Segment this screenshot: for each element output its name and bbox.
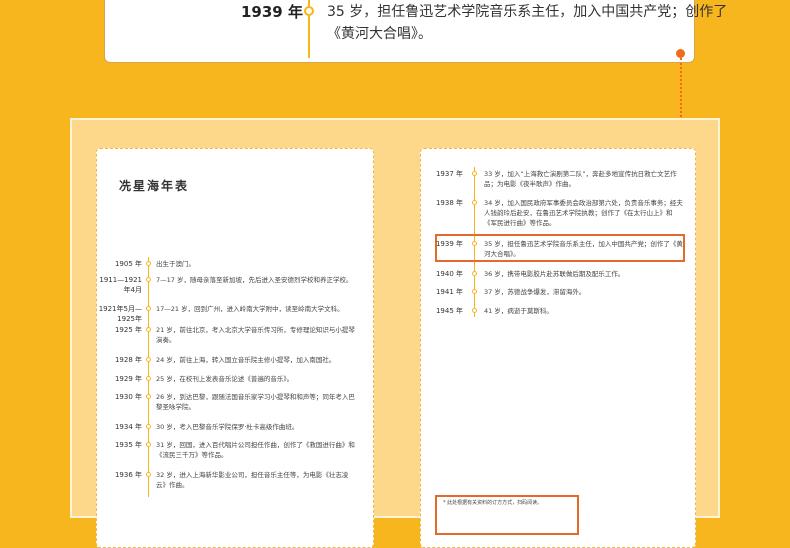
entry-year: 1940 年 bbox=[435, 270, 463, 278]
entry-year: 1936 年 bbox=[114, 471, 142, 479]
timeline-dot bbox=[472, 308, 477, 313]
timeline-dot bbox=[146, 394, 151, 399]
page-title: 冼星海年表 bbox=[119, 179, 190, 193]
entry-year: 1938 年 bbox=[435, 199, 463, 207]
entry-year: 1911—1921年4月 bbox=[99, 276, 142, 294]
callout-event-line2: 《黄河大合唱》。 bbox=[327, 26, 432, 42]
timeline-dot bbox=[146, 472, 151, 477]
timeline-dot bbox=[472, 200, 477, 205]
callout-event-line1: 35 岁，担任鲁迅艺术学院音乐系主任，加入中国共产党；创作了 bbox=[327, 4, 728, 20]
timeline-dot bbox=[472, 171, 477, 176]
entry-year: 1930 年 bbox=[114, 393, 142, 401]
callout-timeline-dot bbox=[304, 6, 314, 16]
entry-text: 37 岁，苏德战争爆发，滞留海外。 bbox=[484, 288, 586, 296]
entry-text: 21 岁，前往北京，考入北京大学音乐传习所，专修理论知识与小提琴演奏。 bbox=[156, 326, 355, 344]
entry-text: 7—17 岁，随母亲落至新加坡，先后进入圣安德烈学校和养正学校。 bbox=[156, 276, 353, 284]
timeline-dot bbox=[146, 277, 151, 282]
highlight-callout: 1939 年 35 岁，担任鲁迅艺术学院音乐系主任，加入中国共产党；创作了 《黄… bbox=[104, 0, 727, 63]
timeline-dot bbox=[146, 424, 151, 429]
timeline-dot bbox=[146, 261, 151, 266]
entry-year: 1928 年 bbox=[114, 356, 142, 364]
timeline-dot bbox=[146, 376, 151, 381]
entry-text: 出生于澳门。 bbox=[156, 260, 195, 268]
entry-text: 35 岁，担任鲁迅艺术学院音乐系主任，加入中国共产党；创作了《黄河大合唱》。 bbox=[484, 240, 683, 258]
book-spread: 冼星海年表 1905 年 出生于澳门。 1911—1921年4月 7—17 岁，… bbox=[70, 118, 720, 548]
entry-year: 1921年5月—1925年 bbox=[98, 305, 142, 323]
entry-text: 32 岁，进入上海新华影业公司，担任音乐主任等，为电影《壮志凌云》作曲。 bbox=[156, 471, 349, 489]
entry-text: 34 岁，加入国民政府军事委员会政治部第六处，负责音乐事务；经夫人钱韵玲后赴安，… bbox=[484, 199, 683, 227]
entry-year: 1939 年 bbox=[435, 240, 463, 248]
entry-text: 30 岁，考入巴黎音乐学院保罗·杜卡高级作曲班。 bbox=[156, 423, 299, 431]
note-box: * 此处根据有关资料的订方方式，扫码阅读。 bbox=[435, 495, 579, 535]
connector-dot bbox=[676, 49, 685, 58]
entry-year: 1934 年 bbox=[114, 423, 142, 431]
entry-text: 36 岁，携带电影胶片赴苏联做后期及配乐工作。 bbox=[484, 270, 625, 278]
entry-year: 1905 年 bbox=[114, 260, 142, 268]
entry-year: 1941 年 bbox=[435, 288, 463, 296]
callout-year: 1939 年 bbox=[241, 3, 303, 21]
timeline-dot bbox=[146, 357, 151, 362]
entry-text: 17—21 岁，回到广州，进入岭南大学附中，读至岭南大学文科。 bbox=[156, 305, 344, 313]
entry-year: 1929 年 bbox=[114, 375, 142, 383]
entry-year: 1925 年 bbox=[114, 326, 142, 334]
entry-year: 1945 年 bbox=[435, 307, 463, 315]
entry-text: 31 岁，回国，进入百代唱片公司担任作曲，创作了《救国进行曲》和《流民三千万》等… bbox=[156, 441, 355, 459]
entry-text: 41 岁，病逝于莫斯科。 bbox=[484, 307, 553, 315]
left-page: 冼星海年表 1905 年 出生于澳门。 1911—1921年4月 7—17 岁，… bbox=[96, 148, 374, 548]
right-page: 1937 年 33 岁，加入“上海救亡演剧第二队”，奔赴多地宣传抗日救亡文艺作品… bbox=[420, 148, 696, 548]
timeline-dot bbox=[146, 442, 151, 447]
timeline-dot bbox=[146, 306, 151, 311]
timeline-dot bbox=[472, 289, 477, 294]
callout-event: 35 岁，担任鲁迅艺术学院音乐系主任，加入中国共产党；创作了 《黄河大合唱》。 bbox=[327, 1, 767, 45]
entry-text: 24 岁，前往上海，转入国立音乐院主修小提琴，加入南国社。 bbox=[156, 356, 336, 364]
entry-text: 26 岁，到达巴黎，跟随法国音乐家学习小提琴和和声等；同年考入巴黎圣咏学院。 bbox=[156, 393, 355, 411]
timeline-dot bbox=[472, 271, 477, 276]
entry-year: 1937 年 bbox=[435, 170, 463, 178]
entry-text: 25 岁，在校刊上发表音乐论述《普遍的音乐》。 bbox=[156, 375, 294, 383]
timeline-dot bbox=[146, 327, 151, 332]
timeline-dot bbox=[472, 241, 477, 246]
entry-text: 33 岁，加入“上海救亡演剧第二队”，奔赴多地宣传抗日救亡文艺作品；为电影《夜半… bbox=[484, 170, 677, 188]
entry-year: 1935 年 bbox=[114, 441, 142, 449]
